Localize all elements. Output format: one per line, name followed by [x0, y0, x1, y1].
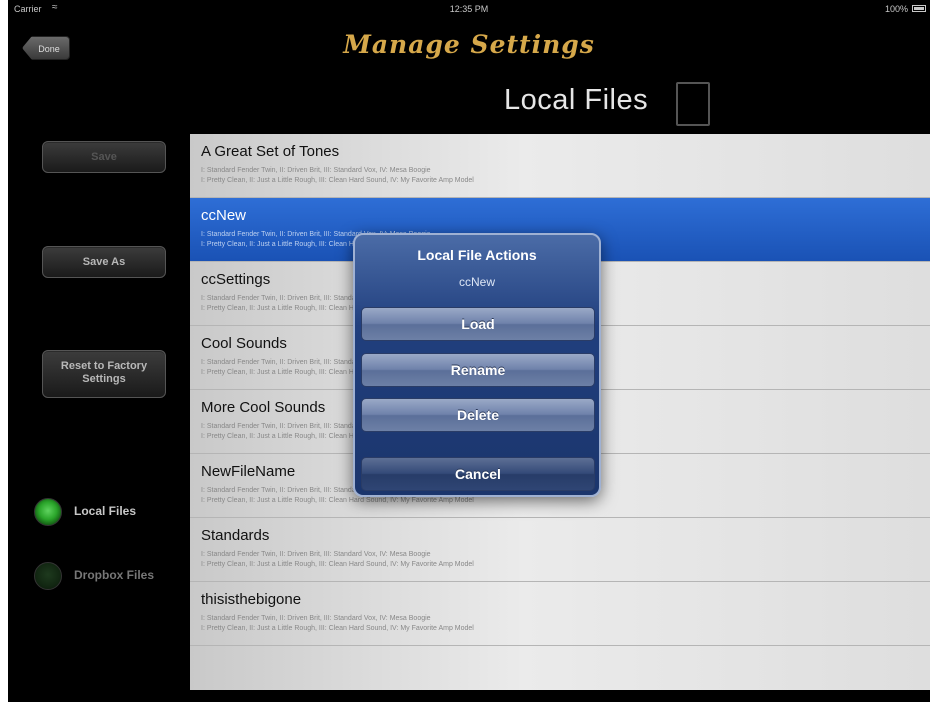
file-tones: I: Pretty Clean, II: Just a Little Rough…	[201, 177, 474, 184]
file-name: A Great Set of Tones	[201, 143, 340, 160]
file-name: Standards	[201, 527, 270, 544]
dropbox-files-label: Dropbox Files	[74, 568, 155, 582]
device-icon	[676, 82, 710, 126]
page-title: Manage Settings	[343, 30, 595, 59]
save-button[interactable]: Save	[42, 141, 166, 173]
battery-percent: 100%	[884, 4, 908, 14]
file-name: thisisthebigone	[201, 591, 302, 608]
file-name: ccNew	[201, 207, 247, 224]
file-name: Cool Sounds	[201, 335, 287, 352]
file-amps: I: Standard Fender Twin, II: Driven Brit…	[201, 167, 431, 174]
file-tones: I: Pretty Clean, II: Just a Little Rough…	[201, 497, 474, 504]
load-button[interactable]: Load	[361, 307, 595, 341]
save-as-button[interactable]: Save As	[42, 246, 166, 278]
radio-off-icon	[34, 562, 62, 590]
file-amps: I: Standard Fender Twin, II: Driven Brit…	[201, 615, 431, 622]
reset-factory-button[interactable]: Reset to Factory Settings	[42, 350, 166, 398]
reset-label-line1: Reset to Factory	[60, 360, 148, 372]
file-row[interactable]: thisisthebigone I: Standard Fender Twin,…	[190, 582, 930, 646]
radio-on-icon	[34, 498, 62, 526]
status-bar: Carrier ≈ 12:35 PM 100%	[8, 0, 930, 20]
delete-button[interactable]: Delete	[361, 398, 595, 432]
cancel-button[interactable]: Cancel	[361, 457, 595, 491]
file-name: More Cool Sounds	[201, 399, 326, 416]
file-amps: I: Standard Fender Twin, II: Driven Brit…	[201, 551, 431, 558]
local-file-actions-sheet: Local File Actions ccNew Load Rename Del…	[353, 233, 601, 497]
sheet-subtitle: ccNew	[458, 275, 495, 289]
rename-button[interactable]: Rename	[361, 353, 595, 387]
file-name: NewFileName	[201, 463, 296, 480]
reset-label-line2: Settings	[82, 373, 126, 385]
status-time: 12:35 PM	[449, 4, 489, 14]
sheet-title: Local File Actions	[417, 247, 537, 263]
file-tones: I: Pretty Clean, II: Just a Little Rough…	[201, 561, 474, 568]
location-title: Local Files	[504, 84, 649, 116]
file-name: ccSettings	[201, 271, 271, 288]
ipad-screen: Carrier ≈ 12:35 PM 100% Done Manage Sett…	[8, 0, 930, 702]
file-row[interactable]: A Great Set of Tones I: Standard Fender …	[190, 134, 930, 198]
battery-icon	[912, 5, 926, 12]
file-row[interactable]: Standards I: Standard Fender Twin, II: D…	[190, 518, 930, 582]
file-tones: I: Pretty Clean, II: Just a Little Rough…	[201, 625, 474, 632]
local-files-label: Local Files	[74, 504, 137, 518]
